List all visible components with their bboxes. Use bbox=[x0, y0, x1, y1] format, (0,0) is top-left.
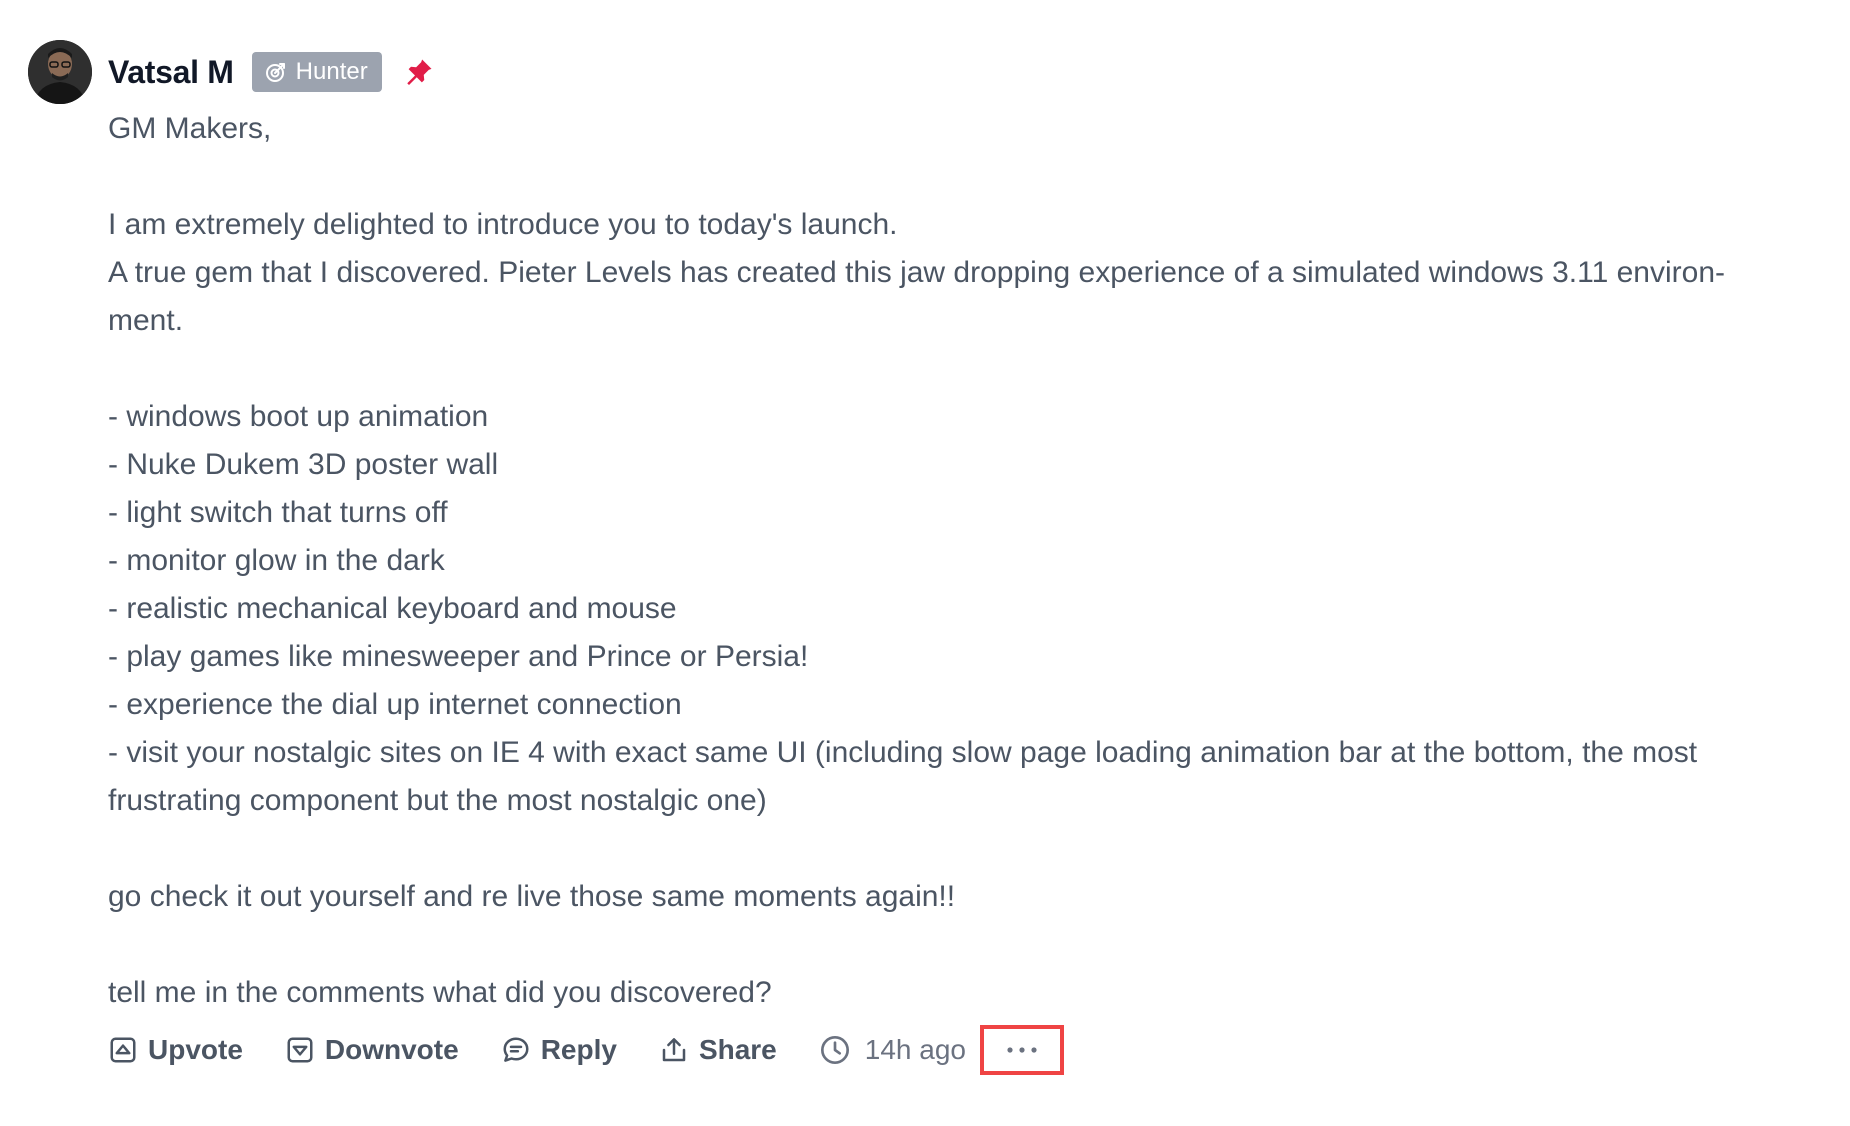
body-line: - visit your nostalgic sites on IE 4 wit… bbox=[108, 736, 1698, 769]
body-line: - windows boot up animation bbox=[108, 400, 489, 433]
body-line bbox=[108, 345, 1850, 393]
upvote-label: Upvote bbox=[148, 1034, 243, 1065]
body-line: A true gem that I discovered. Pieter Lev… bbox=[108, 256, 1725, 289]
body-line bbox=[108, 153, 1850, 201]
downvote-label: Downvote bbox=[324, 1034, 459, 1065]
more-options-button[interactable] bbox=[979, 1025, 1064, 1075]
avatar-image bbox=[28, 40, 92, 104]
share-button[interactable]: Share bbox=[659, 1034, 777, 1066]
body-line: - realistic mechanical keyboard and mous… bbox=[108, 592, 677, 625]
badge-label: Hunter bbox=[295, 58, 368, 85]
body-line: - monitor glow in the dark bbox=[108, 544, 445, 577]
more-icon bbox=[1007, 1047, 1037, 1053]
body-line: - experience the dial up internet connec… bbox=[108, 688, 682, 721]
share-label: Share bbox=[698, 1034, 777, 1065]
body-line bbox=[108, 921, 1850, 969]
comment-body: GM Makers, I am extremely delighted to i… bbox=[108, 105, 1850, 1017]
body-line: ment. bbox=[108, 304, 184, 337]
reply-button[interactable]: Reply bbox=[501, 1034, 617, 1066]
body-line bbox=[108, 825, 1850, 873]
body-line: tell me in the comments what did you dis… bbox=[108, 976, 772, 1009]
upvote-icon bbox=[110, 1037, 136, 1063]
avatar[interactable] bbox=[28, 40, 92, 104]
body-line: I am extremely delighted to introduce yo… bbox=[108, 208, 898, 241]
body-line: - play games like minesweeper and Prince… bbox=[108, 640, 809, 673]
reply-icon bbox=[503, 1037, 529, 1062]
downvote-button[interactable]: Downvote bbox=[285, 1034, 459, 1066]
body-line: go check it out yourself and re live tho… bbox=[108, 880, 956, 913]
hunter-badge: Hunter bbox=[251, 52, 382, 92]
downvote-icon bbox=[287, 1037, 313, 1063]
body-line: - light switch that turns off bbox=[108, 496, 448, 529]
body-line: frustrating component but the most nosta… bbox=[108, 784, 767, 817]
clock-icon bbox=[820, 1036, 849, 1064]
body-line: - Nuke Dukem 3D poster wall bbox=[108, 448, 499, 481]
share-icon bbox=[662, 1038, 686, 1062]
upvote-button[interactable]: Upvote bbox=[108, 1034, 243, 1066]
reply-label: Reply bbox=[540, 1034, 617, 1065]
timestamp-label: 14h ago bbox=[864, 1034, 966, 1065]
comment-timestamp[interactable]: 14h ago bbox=[819, 1034, 966, 1066]
comment-actions: Upvote Downvote Reply Share 14h ago bbox=[108, 1022, 1064, 1078]
comment-header: Vatsal M Hunter bbox=[108, 40, 434, 104]
pin-icon bbox=[406, 59, 432, 85]
body-line: GM Makers, bbox=[108, 112, 272, 145]
target-icon bbox=[265, 63, 285, 82]
author-name[interactable]: Vatsal M bbox=[108, 54, 234, 91]
